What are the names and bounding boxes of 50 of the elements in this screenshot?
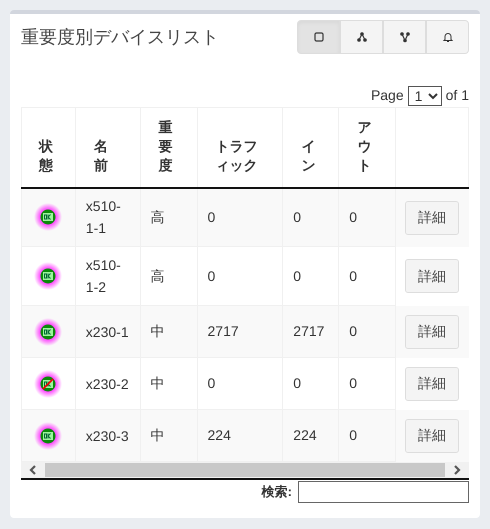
table-cell: 224	[293, 427, 317, 443]
page-label: Page	[370, 86, 404, 105]
table-cell: 2717	[208, 323, 239, 339]
column-header[interactable]: 重要度	[158, 118, 173, 174]
page-select[interactable]: 1	[408, 86, 442, 106]
table-cell: 0	[349, 268, 358, 284]
bell-icon	[442, 31, 454, 43]
table-cell: x230-3	[86, 428, 129, 444]
scrollbar-thumb[interactable]	[45, 463, 445, 477]
table-cell: x230-2	[86, 376, 129, 392]
view-button[interactable]	[340, 20, 383, 54]
view-button[interactable]	[383, 20, 426, 54]
details-button[interactable]: 詳細	[405, 366, 460, 400]
details-button[interactable]: 詳細	[405, 200, 460, 234]
table-cell: 0	[208, 268, 216, 284]
table-cell: 高	[150, 268, 165, 284]
table-cell: 0	[293, 268, 302, 284]
table-cell: 0	[208, 375, 216, 391]
panel-title: 重要度別デバイスリスト	[21, 26, 219, 48]
search-field[interactable]	[298, 481, 469, 503]
table-cell: 2717	[293, 323, 324, 339]
table-cell: 224	[208, 427, 231, 443]
table-cell: 0	[349, 323, 358, 339]
table-cell: x510-1-2	[86, 257, 121, 295]
table-cell: 0	[293, 375, 302, 391]
page-count: of 1	[446, 86, 469, 105]
table-cell: 0	[349, 427, 358, 443]
table-cell: 中	[150, 375, 165, 391]
table-cell: 中	[150, 427, 165, 443]
branch-icon	[398, 31, 410, 43]
table-cell: x510-1-1	[86, 198, 121, 236]
column-header[interactable]: 名前	[94, 136, 108, 174]
table-cell: 高	[150, 208, 165, 225]
square-icon	[312, 31, 324, 43]
table-cell: 0	[349, 208, 358, 225]
column-header[interactable]: イン	[301, 136, 316, 174]
details-button[interactable]: 詳細	[405, 418, 460, 452]
table-cell: 0	[349, 375, 358, 391]
column-header[interactable]: アウト	[357, 118, 372, 174]
view-button[interactable]	[297, 20, 340, 54]
table-cell: 0	[293, 208, 302, 225]
details-button[interactable]: 詳細	[405, 314, 460, 348]
column-header[interactable]: 状態	[39, 136, 53, 174]
table-cell: x230-1	[86, 324, 129, 340]
search-label: 検索:	[262, 483, 292, 502]
horizontal-scrollbar[interactable]	[21, 462, 469, 480]
nodes-icon	[356, 31, 368, 43]
details-button[interactable]: 詳細	[405, 259, 460, 293]
table-cell: 中	[150, 323, 165, 339]
table-cell: 0	[208, 208, 216, 225]
